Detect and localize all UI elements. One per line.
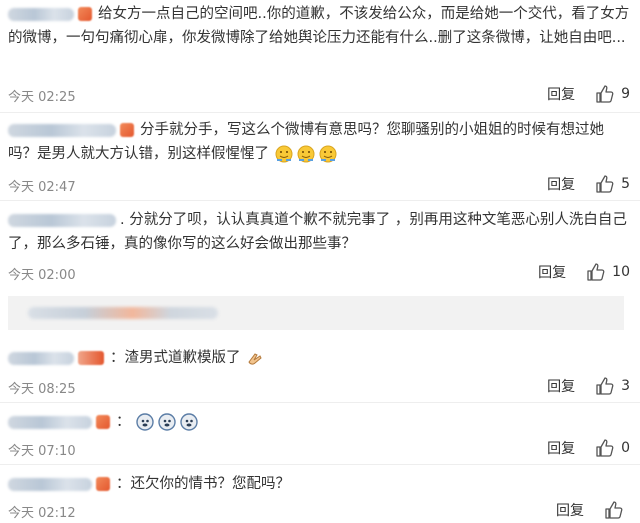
comment-text: ：还欠你的情书？您配吗？ xyxy=(116,476,290,492)
comment-actions: 回复 0 xyxy=(547,438,630,458)
comment-actions: 回复 3 xyxy=(547,376,630,396)
like-button[interactable]: 0 xyxy=(595,438,630,458)
like-count: 3 xyxy=(621,378,630,394)
comment-text: ：渣男式道歉模版了 xyxy=(110,350,241,366)
blurred-username[interactable] xyxy=(8,7,74,21)
comment-text-block: ：渣男式道歉模版了 xyxy=(8,346,630,370)
comment-item: 给女方一点自己的空间吧..你的道歉，不该发给公众，而是给她一个交代，看了女方的微… xyxy=(0,0,640,110)
blurred-username[interactable] xyxy=(8,351,74,365)
blurred-username[interactable] xyxy=(8,415,92,429)
comment-text-block: 给女方一点自己的空间吧..你的道歉，不该发给公众，而是给她一个交代，看了女方的微… xyxy=(8,2,630,50)
doge-emoji-icon xyxy=(180,413,198,431)
comment-time: 今天 02:12 xyxy=(8,506,76,521)
thumbs-up-icon xyxy=(587,263,605,281)
thumbs-up-icon xyxy=(596,377,614,395)
comment-item: . 分就分了呗，认认真真道个歉不就完事了 ，别再用这种文笔恶心别人洗白自己了，那… xyxy=(0,206,640,290)
like-count: 9 xyxy=(621,86,630,102)
avatar[interactable] xyxy=(78,351,104,365)
comment-actions: 回复 5 xyxy=(547,174,630,194)
comment-text: 给女方一点自己的空间吧..你的道歉，不该发给公众，而是给她一个交代，看了女方的微… xyxy=(8,6,630,46)
blurred-username xyxy=(28,307,218,319)
sweat-smile-emoji-icon xyxy=(275,145,293,163)
divider xyxy=(0,200,640,201)
like-button[interactable] xyxy=(604,500,630,520)
avatar[interactable] xyxy=(120,123,134,137)
comment-text-block: . 分就分了呗，认认真真道个歉不就完事了 ，别再用这种文笔恶心别人洗白自己了，那… xyxy=(8,208,630,256)
avatar[interactable] xyxy=(96,415,110,429)
divider xyxy=(0,402,640,403)
collapsed-comment-bar[interactable] xyxy=(8,296,624,330)
like-button[interactable]: 5 xyxy=(595,174,630,194)
comment-item: ：渣男式道歉模版了 今天 08:25 回复 3 xyxy=(0,344,640,400)
reply-button[interactable]: 回复 xyxy=(547,376,575,396)
comment-item: ：还欠你的情书？您配吗？ 今天 02:12 回复 xyxy=(0,470,640,523)
like-button[interactable]: 10 xyxy=(586,262,630,282)
comment-time: 今天 02:47 xyxy=(8,180,76,195)
reply-button[interactable]: 回复 xyxy=(538,262,566,282)
thumbs-up-icon xyxy=(605,501,623,519)
divider xyxy=(0,112,640,113)
comment-item: ： 今天 07:10 回复 0 xyxy=(0,408,640,464)
comment-actions: 回复 10 xyxy=(538,262,630,282)
thumbs-up-icon xyxy=(596,175,614,193)
reply-button[interactable]: 回复 xyxy=(547,438,575,458)
comment-text-block: 分手就分手，写这么个微博有意思吗？您聊骚别的小姐姐的时候有想过她吗？是男人就大方… xyxy=(8,118,630,166)
blurred-username[interactable] xyxy=(8,477,92,491)
comment-text-block: ： xyxy=(8,410,630,434)
comment-time: 今天 02:00 xyxy=(8,268,76,283)
comment-time: 今天 08:25 xyxy=(8,382,76,397)
reply-button[interactable]: 回复 xyxy=(556,500,584,520)
reply-button[interactable]: 回复 xyxy=(547,174,575,194)
sweat-smile-emoji-icon xyxy=(319,145,337,163)
like-count: 0 xyxy=(621,440,630,456)
comment-time: 今天 02:25 xyxy=(8,90,76,105)
avatar[interactable] xyxy=(96,477,110,491)
divider xyxy=(0,464,640,465)
comment-actions: 回复 9 xyxy=(547,84,630,104)
comment-item: 分手就分手，写这么个微博有意思吗？您聊骚别的小姐姐的时候有想过她吗？是男人就大方… xyxy=(0,116,640,200)
reply-button[interactable]: 回复 xyxy=(547,84,575,104)
comment-time: 今天 07:10 xyxy=(8,444,76,459)
blurred-username[interactable] xyxy=(8,123,116,137)
like-count: 5 xyxy=(621,176,630,192)
blurred-username[interactable] xyxy=(8,213,116,227)
sweat-smile-emoji-icon xyxy=(297,145,315,163)
like-count: 10 xyxy=(612,264,630,280)
doge-emoji-icon xyxy=(136,413,154,431)
thumbs-up-icon xyxy=(596,439,614,457)
comment-actions: 回复 xyxy=(556,500,630,520)
clapping-hands-emoji-icon xyxy=(248,353,262,365)
comment-text: ： xyxy=(116,414,131,430)
comment-text-block: ：还欠你的情书？您配吗？ xyxy=(8,472,630,496)
like-button[interactable]: 9 xyxy=(595,84,630,104)
doge-emoji-icon xyxy=(158,413,176,431)
like-button[interactable]: 3 xyxy=(595,376,630,396)
avatar[interactable] xyxy=(78,7,92,21)
thumbs-up-icon xyxy=(596,85,614,103)
